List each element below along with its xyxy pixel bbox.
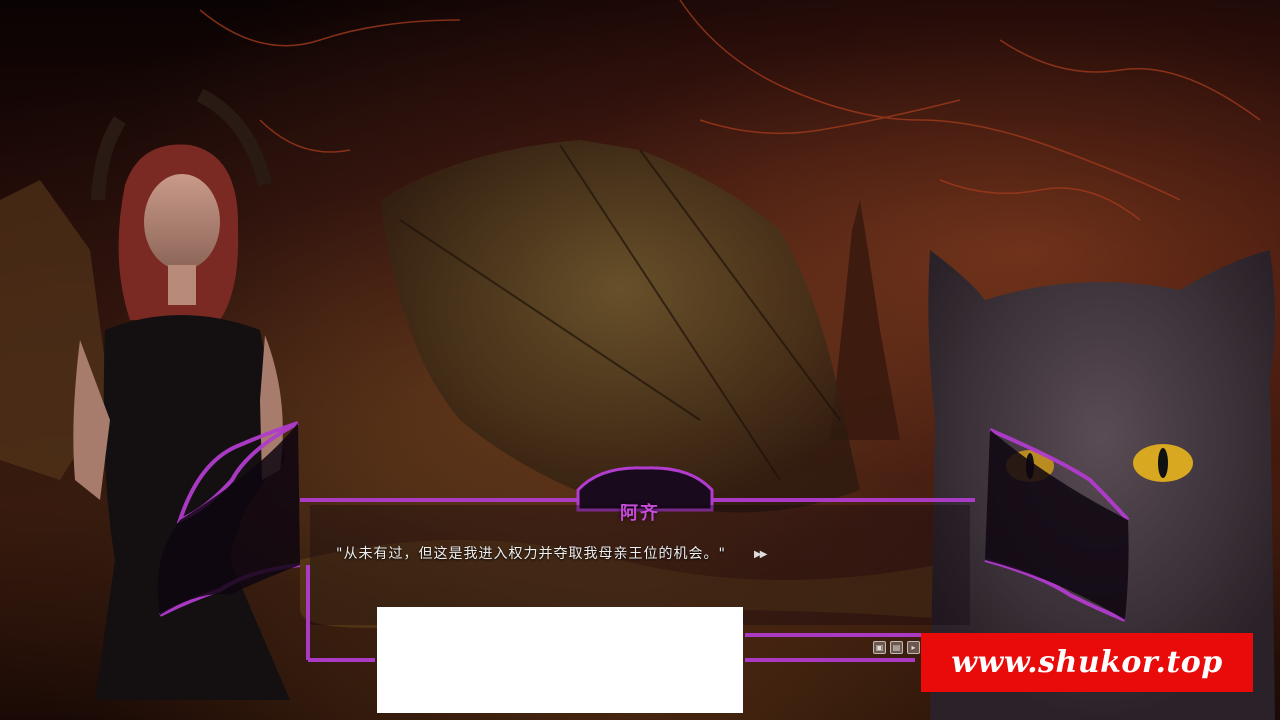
dialogue-text[interactable]: "从未有过，但这是我进入权力并夺取我母亲王位的机会。" (336, 543, 896, 563)
watermark-banner: www.shukor.top (921, 633, 1253, 692)
redaction-block (377, 607, 743, 713)
skip-icon[interactable]: ▸ (907, 641, 920, 654)
fast-forward-icon[interactable]: ▶▶ (754, 549, 767, 560)
game-scene[interactable]: 阿齐 "从未有过，但这是我进入权力并夺取我母亲王位的机会。" ▶▶ ▣ ▤ ▸ … (0, 0, 1280, 720)
speaker-name: 阿齐 (620, 503, 660, 524)
load-icon[interactable]: ▤ (890, 641, 903, 654)
save-icon[interactable]: ▣ (873, 641, 886, 654)
watermark-text: www.shukor.top (951, 645, 1223, 680)
quick-menu: ▣ ▤ ▸ (873, 641, 920, 654)
